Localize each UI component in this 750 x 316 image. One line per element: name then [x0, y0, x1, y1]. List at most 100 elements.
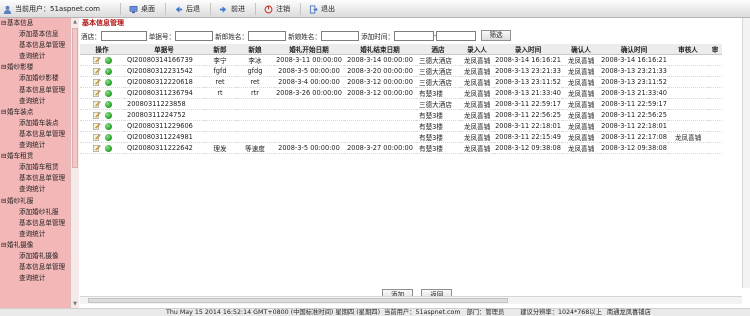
sidebar-scrollbar[interactable]: ▲ ▼: [70, 18, 79, 308]
col-header[interactable]: 确认人: [562, 44, 600, 55]
table-horizontal-scrollbar[interactable]: [80, 296, 742, 304]
edit-icon[interactable]: [92, 89, 101, 97]
table-cell: [204, 120, 236, 132]
col-header[interactable]: 酒店: [416, 44, 460, 55]
col-header[interactable]: 录入人: [460, 44, 494, 55]
sidebar-group-wedding-dress[interactable]: ⊟婚纱礼服: [0, 196, 70, 207]
table-cell: 龙凤喜铺: [562, 131, 600, 143]
sidebar-item-add-bridal-studio[interactable]: 添加婚纱影楼: [0, 73, 70, 84]
sidebar-item-add-wedding-dress[interactable]: 添加婚纱礼服: [0, 207, 70, 218]
sidebar-item-car-rental-stats[interactable]: 查询统计: [0, 184, 70, 195]
sidebar-item-wedding-dress-stats[interactable]: 查询统计: [0, 229, 70, 240]
order-number-input[interactable]: [175, 30, 214, 41]
top-toolbar: 当前用户：51aspnet.com 桌面 后退 前进 注销 退出: [0, 0, 750, 18]
col-header[interactable]: 确认时间: [600, 44, 668, 55]
user-icon: [3, 5, 12, 14]
col-header[interactable]: 录入时间: [494, 44, 562, 55]
table-cell: 龙凤喜铺: [460, 98, 494, 110]
sidebar-item-add-basic-info[interactable]: 添加基本信息: [0, 29, 70, 40]
table-row[interactable]: QI20080312220618 ret ret 2008-3-4 00:00:00 2…: [80, 76, 722, 88]
sidebar-group-car-decoration[interactable]: ⊟婚车装点: [0, 107, 70, 118]
table-cell: [708, 76, 722, 88]
scroll-down-icon[interactable]: ▼: [71, 300, 79, 308]
table-row[interactable]: QI20080311229606 有楚3楼 龙凤喜铺 2008-3-11 22:18:…: [80, 120, 722, 132]
table-cell: 李宁: [204, 54, 236, 66]
col-header[interactable]: 婚礼开始日期: [274, 44, 344, 55]
table-row[interactable]: QI20080311222642 理发 等速度 2008-3-5 00:00:00 20…: [80, 142, 722, 154]
sidebar-item-car-decoration-stats[interactable]: 查询统计: [0, 140, 70, 151]
sidebar-group-label: 婚纱礼服: [7, 196, 34, 205]
edit-icon[interactable]: [92, 144, 101, 152]
collapse-icon: ⊟: [1, 107, 7, 116]
sidebar-item-basic-info-manage[interactable]: 基本信息单管理: [0, 40, 70, 51]
table-cell: 龙凤喜铺: [460, 131, 494, 143]
table-cell: 2008-3-27 00:00:00: [344, 142, 416, 154]
sidebar-item-bridal-studio-manage[interactable]: 基本信息单管理: [0, 85, 70, 96]
table-cell: 三德大酒店: [416, 98, 460, 110]
table-cell: [708, 54, 722, 66]
sidebar-item-bridal-studio-stats[interactable]: 查询统计: [0, 96, 70, 107]
table-cell: 2008-3-12 00:00:00: [344, 76, 416, 88]
edit-icon[interactable]: [92, 133, 101, 141]
col-header[interactable]: 新郎: [204, 44, 236, 55]
sidebar-group-bridal-studio[interactable]: ⊟婚纱影楼: [0, 62, 70, 73]
bride-name-input[interactable]: [321, 30, 360, 41]
filter-button[interactable]: 筛选: [481, 30, 511, 41]
sidebar-item-basic-info-stats[interactable]: 查询统计: [0, 51, 70, 62]
edit-icon[interactable]: [92, 100, 101, 108]
edit-icon[interactable]: [92, 122, 101, 130]
sidebar-item-car-rental-manage[interactable]: 基本信息单管理: [0, 173, 70, 184]
status-resolution: 建议分辨率：1024*768以上: [520, 309, 602, 316]
nav-forward-button[interactable]: 前进: [210, 3, 255, 15]
table-cell: 2008-3-14 00:00:00: [344, 54, 416, 66]
sidebar-item-add-car-decoration[interactable]: 添加婚车装点: [0, 118, 70, 129]
added-time-end-input[interactable]: [436, 30, 477, 41]
sidebar-group-basic-info[interactable]: ⊟基本信息: [0, 18, 70, 29]
table-cell: [236, 109, 274, 121]
table-row[interactable]: QI20080311236794 rt rtr 2008-3-26 00:00:00 2…: [80, 87, 722, 99]
edit-icon[interactable]: [92, 111, 101, 119]
col-header[interactable]: 单据号: [124, 44, 204, 55]
scroll-up-icon[interactable]: ▲: [71, 18, 79, 26]
edit-icon[interactable]: [92, 67, 101, 75]
sidebar-item-add-wedding-video[interactable]: 添加婚礼摄像: [0, 251, 70, 262]
table-cell: [668, 76, 708, 88]
table-cell: 龙凤喜铺: [562, 142, 600, 154]
table-row[interactable]: QI20080312231542 fgfd gfdg 2008-3-5 00:00:0…: [80, 65, 722, 77]
nav-forward-label: 前进: [231, 5, 245, 13]
sidebar-item-wedding-video-stats[interactable]: 查询统计: [0, 273, 70, 284]
table-cell: [274, 98, 344, 110]
edit-icon[interactable]: [92, 78, 101, 86]
sidebar-scroll-thumb[interactable]: [72, 28, 78, 168]
sidebar-item-car-decoration-manage[interactable]: 基本信息单管理: [0, 129, 70, 140]
sidebar-item-add-car-rental[interactable]: 添加婚车租赁: [0, 162, 70, 173]
sidebar-group-wedding-video[interactable]: ⊟婚礼摄像: [0, 240, 70, 251]
table-cell: 2008-3-12 09:38:08: [600, 142, 668, 154]
sidebar-item-wedding-video-manage[interactable]: 基本信息单管理: [0, 262, 70, 273]
nav-back-button[interactable]: 后退: [165, 3, 210, 15]
table-row[interactable]: 20080311224752 有楚3楼 龙凤喜铺 2008-3-11 22:56:25…: [80, 109, 722, 121]
groom-name-input[interactable]: [248, 30, 287, 41]
col-header[interactable]: 婚礼结束日期: [344, 44, 416, 55]
edit-icon[interactable]: [92, 56, 101, 64]
table-row[interactable]: 20080311223858 三德大酒店 龙凤喜铺 2008-3-11 22:59:1…: [80, 98, 722, 110]
sidebar-group-car-rental[interactable]: ⊟婚车租赁: [0, 151, 70, 162]
nav-desktop-button[interactable]: 桌面: [120, 3, 165, 15]
table-cell: [204, 109, 236, 121]
col-header[interactable]: 新娘: [236, 44, 274, 55]
table-cell: 龙凤喜铺: [460, 76, 494, 88]
table-cell: 龙凤喜铺: [562, 120, 600, 132]
table-cell: 龙凤喜铺: [562, 98, 600, 110]
table-row[interactable]: QI20080311224981 有楚3楼 龙凤喜铺 2008-3-11 22:15:…: [80, 131, 722, 143]
col-header[interactable]: 审核人: [668, 44, 708, 55]
sidebar-item-wedding-dress-manage[interactable]: 基本信息单管理: [0, 218, 70, 229]
added-time-start-input[interactable]: [394, 30, 435, 41]
table-cell: 有楚3楼: [416, 109, 460, 121]
nav-exit-button[interactable]: 退出: [300, 3, 345, 15]
sidebar-group-label: 婚礼摄像: [7, 240, 34, 249]
nav-logout-button[interactable]: 注销: [255, 3, 300, 15]
table-vertical-scrollbar[interactable]: [742, 18, 750, 288]
table-row[interactable]: QI20080314166739 李宁 李冰 2008-3-11 00:00:00 20…: [80, 54, 722, 66]
horizontal-scroll-thumb[interactable]: [88, 298, 508, 303]
hotel-input[interactable]: [100, 30, 147, 41]
